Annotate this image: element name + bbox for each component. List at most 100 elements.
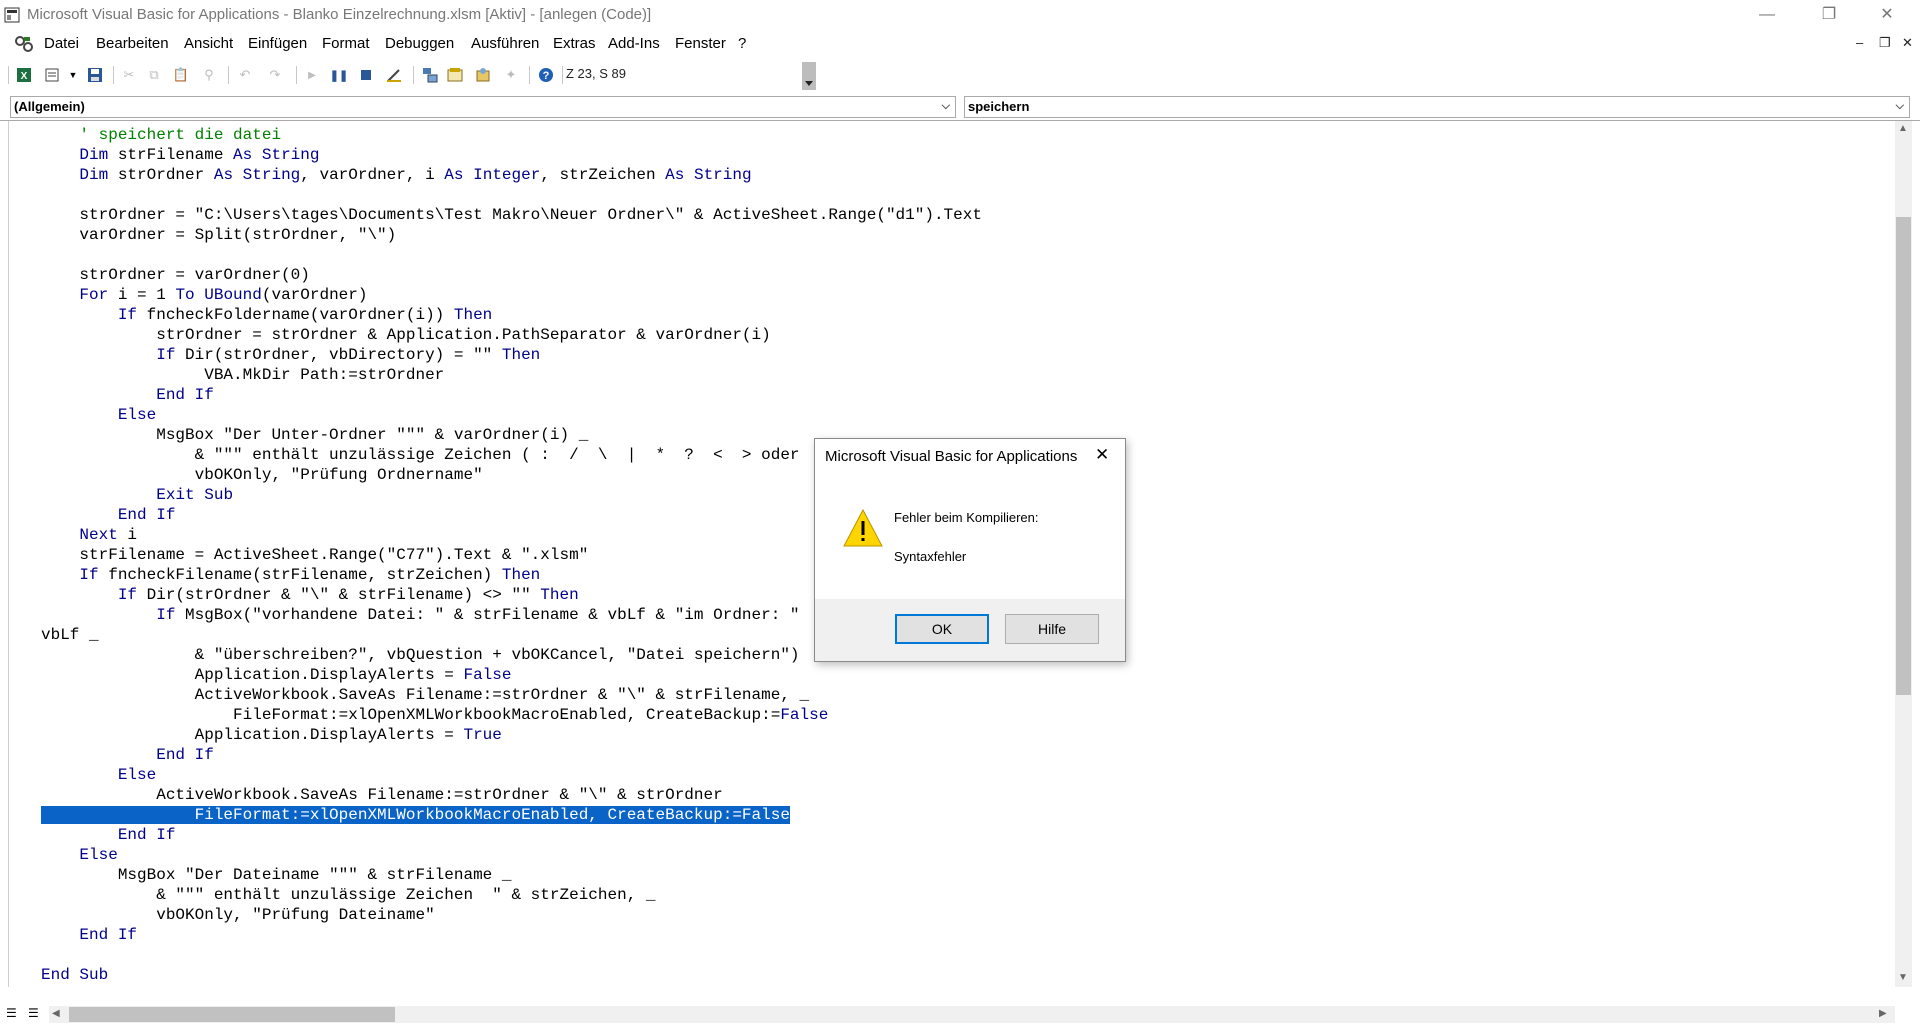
vba-icon[interactable] xyxy=(14,35,34,53)
cursor-position: Z 23, S 89 xyxy=(566,66,626,81)
menu-add-ins[interactable]: Add-Ins xyxy=(608,35,660,52)
reset-icon[interactable] xyxy=(357,66,375,84)
code-line[interactable]: ActiveWorkbook.SaveAs Filename:=strOrdne… xyxy=(41,785,982,805)
menu-extras[interactable]: Extras xyxy=(553,35,596,52)
code-line[interactable] xyxy=(41,185,982,205)
menu-bar: Datei Bearbeiten Ansicht Einfügen Format… xyxy=(0,30,1920,58)
code-line[interactable]: Else xyxy=(41,765,982,785)
paste-icon[interactable]: 📋 xyxy=(172,66,190,84)
object-combo-value: (Allgemein) xyxy=(14,99,85,114)
warning-icon xyxy=(843,508,883,547)
svg-text:?: ? xyxy=(543,70,550,82)
scroll-up-icon[interactable]: ▲ xyxy=(1898,123,1908,134)
minimize-icon[interactable]: — xyxy=(1744,0,1790,30)
view-buttons: ☰ ☰ xyxy=(4,1006,48,1023)
margin-indicator-bar[interactable] xyxy=(0,121,9,987)
procedure-view-icon[interactable]: ☰ xyxy=(6,1006,17,1020)
break-icon[interactable]: ❚❚ xyxy=(330,66,348,84)
insert-dropdown-icon[interactable]: ▼ xyxy=(64,66,82,84)
menu-bearbeiten[interactable]: Bearbeiten xyxy=(96,35,169,52)
code-line[interactable]: strOrdner = varOrdner(0) xyxy=(41,265,982,285)
menu-einfuegen[interactable]: Einfügen xyxy=(248,35,307,52)
code-line[interactable]: End If xyxy=(41,825,982,845)
menu-help[interactable]: ? xyxy=(738,35,746,52)
code-line[interactable]: Application.DisplayAlerts = False xyxy=(41,665,982,685)
vba-app-icon xyxy=(4,7,20,23)
code-line[interactable]: For i = 1 To UBound(varOrdner) xyxy=(41,285,982,305)
menu-ausfuehren[interactable]: Ausführen xyxy=(471,35,539,52)
dialog-title: Microsoft Visual Basic for Applications xyxy=(825,448,1078,465)
code-line[interactable]: varOrdner = Split(strOrdner, "\") xyxy=(41,225,982,245)
code-line[interactable]: End If xyxy=(41,745,982,765)
chevron-down-icon[interactable]: ⌵ xyxy=(1896,100,1904,113)
mdi-close-icon[interactable]: ✕ xyxy=(1902,35,1913,51)
code-line[interactable] xyxy=(41,245,982,265)
excel-view-icon[interactable]: X xyxy=(15,66,33,84)
toolbar: X ▼ ✂ ⧉ 📋 ⚲ ↶ ↷ ▶ ❚❚ ✦ ? xyxy=(0,58,1920,92)
code-line[interactable]: Application.DisplayAlerts = True xyxy=(41,725,982,745)
save-icon[interactable] xyxy=(86,66,104,84)
menu-format[interactable]: Format xyxy=(322,35,370,52)
code-line[interactable]: MsgBox "Der Dateiname """ & strFilename … xyxy=(41,865,982,885)
code-line[interactable]: Else xyxy=(41,845,982,865)
code-line[interactable]: FileFormat:=xlOpenXMLWorkbookMacroEnable… xyxy=(41,705,982,725)
code-line[interactable]: End Sub xyxy=(41,965,982,985)
mdi-restore-icon[interactable]: ❐ xyxy=(1879,35,1891,51)
close-icon[interactable]: ✕ xyxy=(1095,445,1109,465)
menu-fenster[interactable]: Fenster xyxy=(675,35,726,52)
code-line[interactable]: VBA.MkDir Path:=strOrdner xyxy=(41,365,982,385)
help-icon[interactable]: ? xyxy=(537,66,555,84)
design-mode-icon[interactable] xyxy=(385,66,403,84)
code-line[interactable]: strOrdner = strOrdner & Application.Path… xyxy=(41,325,982,345)
toolbar-grip xyxy=(8,66,9,84)
close-icon[interactable]: ✕ xyxy=(1864,0,1910,30)
help-button[interactable]: Hilfe xyxy=(1005,614,1099,644)
code-line[interactable]: If fncheckFoldername(varOrdner(i)) Then xyxy=(41,305,982,325)
code-line[interactable]: strOrdner = "C:\Users\tages\Documents\Te… xyxy=(41,205,982,225)
code-line[interactable]: ActiveWorkbook.SaveAs Filename:=strOrdne… xyxy=(41,685,982,705)
cut-icon[interactable]: ✂ xyxy=(120,66,138,84)
menu-debuggen[interactable]: Debuggen xyxy=(385,35,454,52)
project-explorer-icon[interactable] xyxy=(421,66,439,84)
code-line[interactable]: End If xyxy=(41,925,982,945)
scroll-left-icon[interactable]: ◀ xyxy=(52,1008,60,1019)
code-line[interactable]: vbOKOnly, "Prüfung Dateiname" xyxy=(41,905,982,925)
insert-module-icon[interactable] xyxy=(44,66,62,84)
horizontal-scroll-thumb[interactable] xyxy=(69,1007,395,1022)
code-line[interactable]: ' speichert die datei xyxy=(41,125,982,145)
copy-icon[interactable]: ⧉ xyxy=(145,66,163,84)
code-line[interactable]: Dim strFilename As String xyxy=(41,145,982,165)
code-line[interactable]: Dim strOrdner As String, varOrdner, i As… xyxy=(41,165,982,185)
restore-icon[interactable]: ❐ xyxy=(1806,0,1852,30)
title-bar: Microsoft Visual Basic for Applications … xyxy=(0,0,1920,30)
code-line[interactable] xyxy=(41,945,982,965)
code-line[interactable]: If Dir(strOrdner, vbDirectory) = "" Then xyxy=(41,345,982,365)
procedure-combo[interactable]: speichern ⌵ xyxy=(964,96,1910,118)
toolbar-options-icon[interactable] xyxy=(802,62,816,90)
full-module-view-icon[interactable]: ☰ xyxy=(28,1006,39,1020)
find-icon[interactable]: ⚲ xyxy=(200,66,218,84)
menu-ansicht[interactable]: Ansicht xyxy=(184,35,233,52)
undo-icon[interactable]: ↶ xyxy=(236,66,254,84)
properties-icon[interactable] xyxy=(446,66,464,84)
menu-datei[interactable]: Datei xyxy=(44,35,79,52)
object-browser-icon[interactable] xyxy=(474,66,492,84)
vertical-scroll-thumb[interactable] xyxy=(1896,217,1911,695)
chevron-down-icon[interactable]: ⌵ xyxy=(942,100,950,113)
code-line[interactable]: & """ enthält unzulässige Zeichen " & st… xyxy=(41,885,982,905)
object-combo[interactable]: (Allgemein) ⌵ xyxy=(10,96,956,118)
toolbox-icon[interactable]: ✦ xyxy=(502,66,520,84)
run-icon[interactable]: ▶ xyxy=(303,66,321,84)
scroll-down-icon[interactable]: ▼ xyxy=(1898,972,1908,983)
horizontal-scrollbar[interactable]: ◀ ▶ xyxy=(49,1006,1895,1023)
scroll-right-icon[interactable]: ▶ xyxy=(1879,1008,1887,1019)
vertical-scrollbar[interactable]: ▲ ▼ xyxy=(1895,121,1912,987)
ok-button[interactable]: OK xyxy=(895,614,989,644)
code-line[interactable]: FileFormat:=xlOpenXMLWorkbookMacroEnable… xyxy=(41,805,982,825)
code-line[interactable]: Else xyxy=(41,405,982,425)
redo-icon[interactable]: ↷ xyxy=(266,66,284,84)
dialog-heading: Fehler beim Kompilieren: xyxy=(894,510,1039,525)
mdi-minimize-icon[interactable]: – xyxy=(1856,35,1863,50)
svg-text:X: X xyxy=(21,71,28,82)
code-line[interactable]: End If xyxy=(41,385,982,405)
